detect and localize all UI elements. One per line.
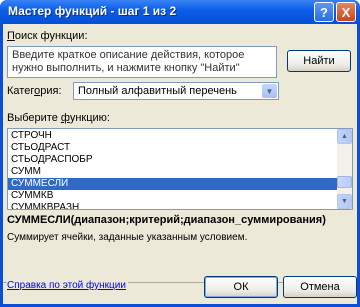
- list-item[interactable]: СУММ: [8, 166, 338, 178]
- list-item[interactable]: СУММКВРАЗН: [8, 202, 338, 209]
- scroll-up-icon[interactable]: ▲: [337, 129, 352, 144]
- list-item-selected[interactable]: СУММЕСЛИ: [8, 178, 338, 190]
- ok-button[interactable]: ОК: [204, 276, 278, 298]
- help-icon[interactable]: ?: [314, 2, 334, 22]
- category-label: Категория:: [7, 85, 62, 97]
- dialog-title: Мастер функций - шаг 1 из 2: [8, 4, 177, 18]
- function-wizard-dialog: Мастер функций - шаг 1 из 2 ? X Поиск фу…: [0, 0, 360, 307]
- title-bar[interactable]: Мастер функций - шаг 1 из 2 ? X: [0, 0, 360, 24]
- scroll-thumb[interactable]: [337, 176, 352, 188]
- list-scrollbar[interactable]: ▲ ▼: [337, 129, 352, 209]
- list-item[interactable]: СУММКВ: [8, 190, 338, 202]
- cancel-button[interactable]: Отмена: [283, 276, 357, 298]
- search-input[interactable]: Введите краткое описание действия, котор…: [7, 46, 277, 78]
- search-label: Поиск функции:: [7, 30, 88, 42]
- function-description: Суммирует ячейки, заданные указанным усл…: [7, 232, 248, 243]
- functions-label: Выберите функцию:: [7, 112, 110, 124]
- dialog-body: Поиск функции: Введите краткое описание …: [3, 24, 357, 304]
- scroll-down-icon[interactable]: ▼: [337, 194, 352, 209]
- list-item[interactable]: СТЬОДРАСТ: [8, 142, 338, 154]
- function-signature: СУММЕСЛИ(диапазон;критерий;диапазон_сумм…: [7, 214, 326, 226]
- list-item[interactable]: СТЬОДРАСПОБР: [8, 154, 338, 166]
- chevron-down-icon[interactable]: ▼: [262, 84, 277, 98]
- close-icon[interactable]: X: [336, 2, 356, 22]
- help-link[interactable]: Справка по этой функции: [7, 280, 128, 291]
- function-list[interactable]: СТРОЧН СТЬОДРАСТ СТЬОДРАСПОБР СУММ СУММЕ…: [7, 128, 353, 210]
- category-value: Полный алфавитный перечень: [78, 85, 237, 97]
- category-dropdown[interactable]: Полный алфавитный перечень ▼: [73, 82, 279, 100]
- list-item[interactable]: СТРОЧН: [8, 130, 338, 142]
- find-button[interactable]: Найти: [287, 50, 351, 72]
